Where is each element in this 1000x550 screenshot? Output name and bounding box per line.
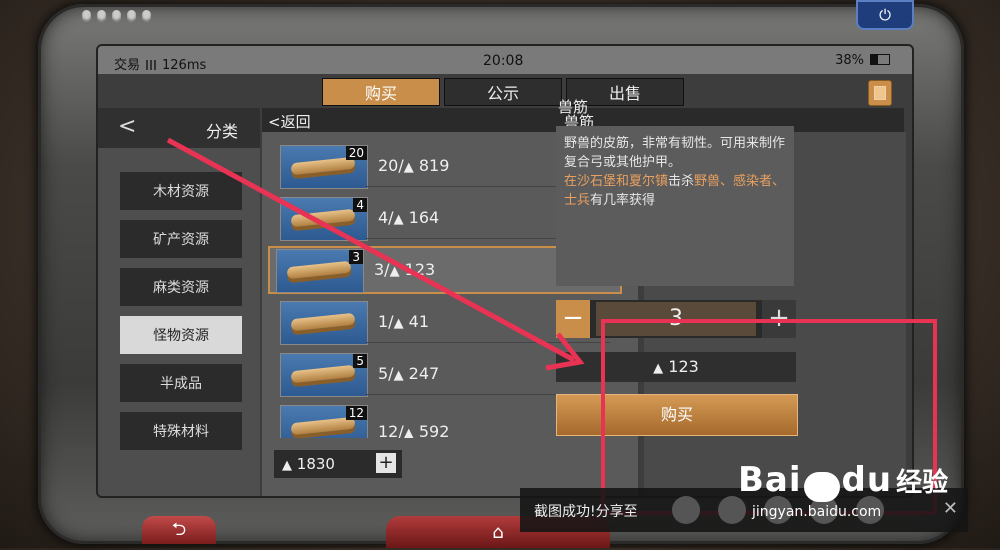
item-thumbnail	[280, 301, 368, 345]
item-thumbnail: 20	[280, 145, 368, 189]
item-thumbnail: 5	[280, 353, 368, 397]
category-special[interactable]: 特殊材料	[120, 412, 242, 450]
category-hemp[interactable]: 麻类资源	[120, 268, 242, 306]
add-currency-button[interactable]: +	[376, 453, 396, 473]
coin-icon: ▲	[403, 426, 414, 438]
tab-buy[interactable]: 购买	[322, 78, 440, 106]
total-price: ▲ 123	[556, 352, 796, 382]
battery-label: 38%	[835, 53, 864, 68]
item-thumbnail: 4	[280, 197, 368, 241]
bezel-grip	[82, 10, 151, 22]
category-semi[interactable]: 半成品	[120, 364, 242, 402]
category-wood[interactable]: 木材资源	[120, 172, 242, 210]
coin-icon: ▲	[393, 368, 404, 383]
return-icon[interactable]: ⮌	[142, 516, 216, 544]
baidu-watermark: Bai du 经验 jingyan.baidu.com	[738, 460, 949, 520]
status-bar: 交易 126ms 20:08 38%	[98, 46, 912, 74]
chevron-left-icon: <	[268, 113, 281, 131]
detail-title: 兽筋	[558, 98, 589, 116]
chevron-left-icon[interactable]: <	[118, 114, 136, 139]
quantity-value[interactable]: 3	[596, 302, 756, 336]
balance-bar: ▲ 1830 +	[274, 450, 402, 478]
coin-icon: ▲	[389, 264, 400, 279]
quantity-stepper: − 3 +	[556, 300, 796, 338]
category-monster[interactable]: 怪物资源	[120, 316, 242, 354]
ping-label: 126ms	[162, 58, 207, 73]
category-header: < 分类	[98, 108, 260, 148]
category-title: 分类	[206, 122, 239, 141]
paw-icon	[803, 471, 840, 502]
increment-button[interactable]: +	[762, 300, 796, 338]
trade-tabs: 购买 公示 出售	[322, 78, 684, 106]
power-icon[interactable]: ⏻	[856, 0, 914, 30]
balance-value: 1830	[296, 455, 335, 473]
category-panel: < 分类 木材资源 矿产资源 麻类资源 怪物资源 半成品 特殊材料	[98, 108, 260, 496]
coin-icon: ▲	[653, 361, 664, 376]
toast-text: 截图成功!分享至	[534, 504, 638, 520]
coin-icon: ▲	[393, 212, 404, 227]
battery-icon	[870, 54, 890, 65]
item-thumbnail: 12	[280, 405, 368, 438]
category-ore[interactable]: 矿产资源	[120, 220, 242, 258]
clock: 20:08	[483, 53, 524, 69]
item-thumbnail: 3	[276, 249, 364, 293]
item-description: 野兽的皮筋，非常有韧性。可用来制作复合弓或其他护甲。 在沙石堡和夏尔镇击杀野兽、…	[556, 126, 794, 286]
coin-icon: ▲	[393, 316, 404, 331]
weibo-icon[interactable]	[672, 496, 700, 524]
decrement-button[interactable]: −	[556, 300, 590, 338]
back-button[interactable]: <返回	[268, 111, 311, 132]
tab-public[interactable]: 公示	[444, 78, 562, 106]
buy-button[interactable]: 购买	[556, 394, 798, 436]
coin-icon: ▲	[403, 160, 414, 175]
notepad-icon[interactable]	[868, 80, 892, 106]
signal-icon	[146, 60, 159, 70]
coin-icon: ▲	[282, 458, 292, 473]
carrier-label: 交易	[114, 58, 141, 73]
